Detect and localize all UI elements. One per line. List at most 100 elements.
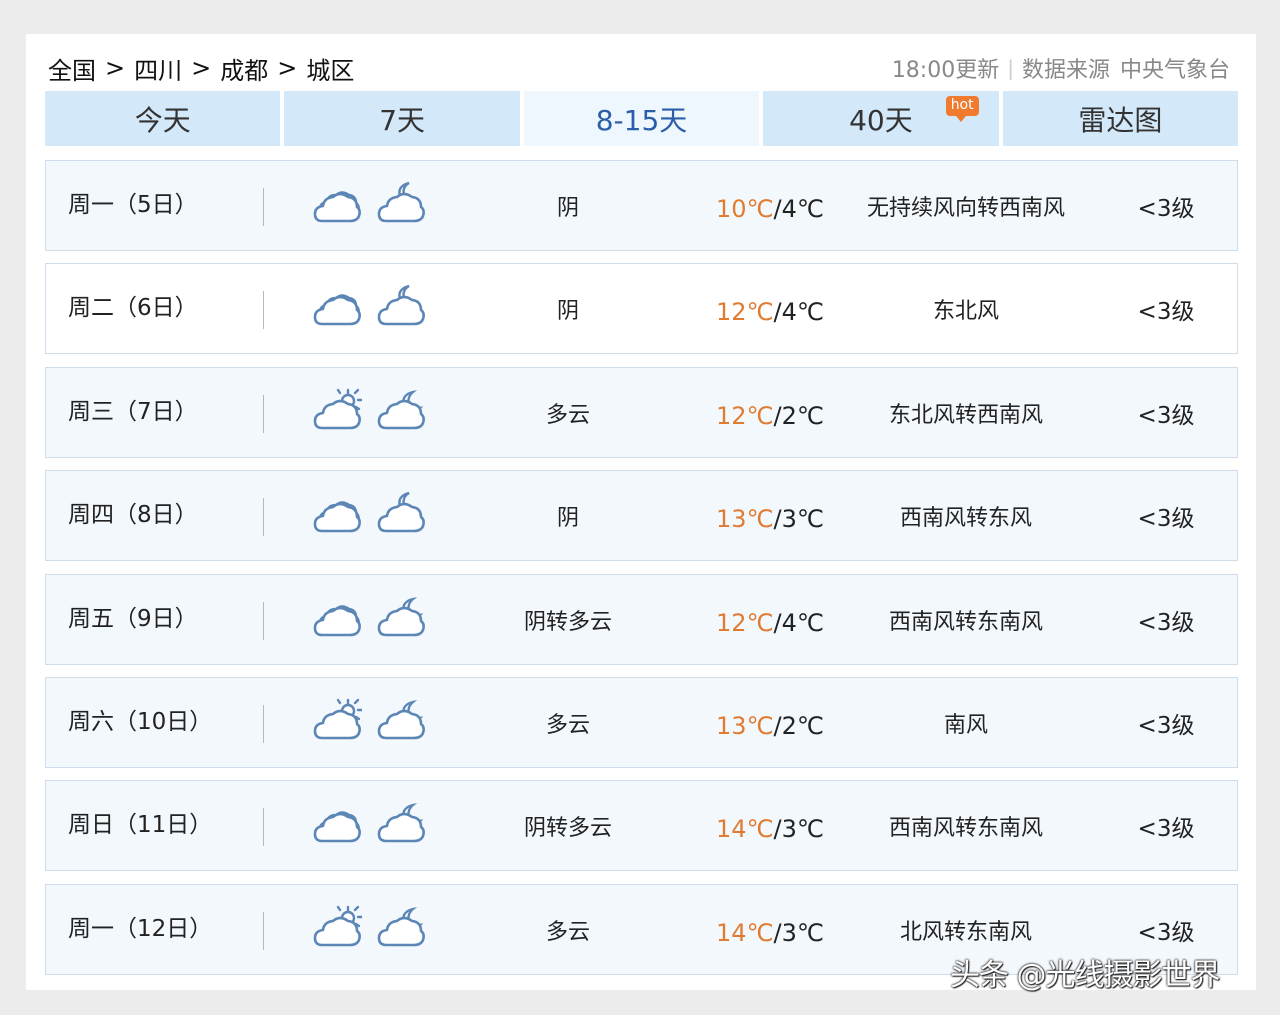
high-temp: 13℃: [716, 505, 774, 534]
divider: [263, 808, 264, 847]
divider: [263, 498, 264, 537]
forecast-row: 周六（10日） 多云 13℃/2℃ 南风 <3级: [45, 676, 1238, 771]
tab-today[interactable]: 今天: [45, 91, 281, 146]
wind-level: <3级: [1137, 402, 1195, 429]
partly-cloudy-night-icon: [376, 905, 426, 955]
temperature: 12℃/2℃: [716, 368, 824, 461]
breadcrumb-separator: >: [105, 54, 126, 82]
partly-cloudy-day-icon: [312, 905, 362, 955]
overcast-icon: [312, 491, 362, 541]
overcast-night-icon: [376, 181, 426, 231]
partly-cloudy-day-icon: [312, 698, 362, 748]
wind-level: <3级: [1137, 816, 1195, 843]
overcast-night-icon: [376, 284, 426, 334]
forecast-day: 周四（8日）: [68, 502, 198, 529]
divider: [263, 291, 264, 330]
breadcrumb: 全国 > 四川 > 成都 > 城区: [48, 51, 354, 86]
divider: |: [1007, 56, 1014, 80]
weather-description: 多云: [545, 712, 590, 738]
tab-40-days[interactable]: 40天 hot: [763, 91, 999, 146]
low-temp: /4℃: [773, 608, 824, 637]
weather-description: 阴: [556, 196, 579, 221]
overcast-icon: [312, 801, 362, 851]
forecast-day: 周六（10日）: [68, 708, 213, 735]
forecast-day: 周一（5日）: [68, 192, 198, 218]
partly-cloudy-night-icon: [376, 595, 426, 645]
forecast-tabs: 今天 7天 8-15天 40天 hot 雷达图: [45, 91, 1239, 146]
wind-level: <3级: [1137, 609, 1195, 636]
breadcrumb-item-district[interactable]: 城区: [306, 51, 354, 86]
divider: [263, 911, 264, 950]
update-time: 18:00更新: [891, 58, 1000, 83]
wind-level: <3级: [1137, 712, 1195, 739]
forecast-row: 周日（11日） 阴转多云 14℃/3℃ 西南风转东南风 <3级: [45, 780, 1238, 874]
wind-direction: 东北风: [932, 299, 999, 325]
forecast-list: 周一（5日）阴 10℃/4℃ 无持续风向转西南风 <3级 周二（6日）阴 12℃/4℃ 东北…: [45, 160, 1238, 987]
weather-icons: [312, 181, 426, 231]
forecast-row: 周四（8日） 阴 13℃/3℃ 西南风转东风 <3级: [45, 470, 1238, 564]
divider: [263, 704, 264, 743]
wind-direction: 无持续风向转西南风: [866, 196, 1065, 221]
temperature: 10℃/4℃: [716, 161, 824, 254]
high-temp: 13℃: [716, 711, 774, 740]
tab-radar[interactable]: 雷达图: [1002, 91, 1239, 146]
source-name: 中央气象台: [1119, 58, 1230, 83]
high-temp: 14℃: [716, 815, 774, 844]
temperature: 13℃/3℃: [716, 471, 824, 564]
weather-icons: [312, 284, 426, 334]
tab-8-15-days[interactable]: 8-15天: [523, 91, 760, 146]
weather-description: 阴转多云: [523, 816, 612, 842]
source-label: 数据来源: [1021, 58, 1110, 83]
overcast-icon: [312, 595, 362, 645]
wind-level: <3级: [1137, 506, 1195, 533]
high-temp: 12℃: [716, 298, 774, 327]
forecast-day: 周五（9日）: [68, 605, 198, 632]
temperature: 12℃/4℃: [716, 575, 824, 668]
low-temp: /2℃: [773, 401, 824, 430]
wind-level: <3级: [1137, 196, 1195, 222]
partly-cloudy-day-icon: [312, 388, 362, 438]
weather-icons: [312, 905, 426, 955]
breadcrumb-item-city[interactable]: 成都: [220, 51, 268, 86]
overcast-icon: [312, 181, 362, 231]
high-temp: 12℃: [716, 401, 774, 430]
update-info: 18:00更新 | 数据来源 中央气象台: [892, 52, 1230, 84]
tab-7-days[interactable]: 7天: [284, 91, 520, 146]
weather-description: 阴: [556, 506, 579, 532]
forecast-row: 周五（9日） 阴转多云 12℃/4℃ 西南风转东南风 <3级: [45, 573, 1238, 668]
divider: [263, 188, 264, 226]
wind-direction: 南风: [943, 712, 988, 738]
watermark: 头条 @光线摄影世界: [950, 958, 1221, 993]
forecast-row: 周一（5日） 阴 10℃/4℃ 无持续风向转西南风 <3级: [45, 160, 1238, 251]
breadcrumb-item-country[interactable]: 全国: [48, 51, 96, 86]
low-temp: /3℃: [773, 918, 824, 947]
forecast-row: 周二（6日） 阴 12℃/4℃ 东北风 <3级: [45, 263, 1238, 357]
weather-icons: [312, 491, 426, 541]
weather-icons: [312, 698, 426, 748]
weather-description: 阴: [556, 299, 579, 325]
breadcrumb-separator: >: [191, 54, 212, 82]
temperature: 14℃/3℃: [716, 885, 824, 978]
temperature: 12℃/4℃: [716, 264, 824, 357]
overcast-icon: [312, 284, 362, 334]
wind-direction: 东北风转西南风: [888, 402, 1043, 428]
forecast-day: 周二（6日）: [68, 295, 198, 322]
wind-direction: 西南风转东南风: [888, 609, 1043, 635]
partly-cloudy-night-icon: [376, 698, 426, 748]
low-temp: /3℃: [773, 815, 824, 844]
divider: [263, 394, 264, 433]
partly-cloudy-night-icon: [376, 801, 426, 851]
temperature: 14℃/3℃: [716, 781, 824, 874]
overcast-night-icon: [376, 491, 426, 541]
weather-description: 多云: [545, 919, 590, 945]
weather-description: 阴转多云: [523, 609, 612, 635]
breadcrumb-separator: >: [277, 54, 298, 82]
low-temp: /3℃: [773, 505, 824, 534]
wind-level: <3级: [1137, 299, 1195, 326]
high-temp: 12℃: [716, 608, 774, 637]
wind-direction: 西南风转东风: [899, 506, 1032, 532]
breadcrumb-item-province[interactable]: 四川: [134, 51, 182, 86]
temperature: 13℃/2℃: [716, 678, 824, 771]
wind-direction: 西南风转东南风: [888, 816, 1043, 842]
high-temp: 10℃: [716, 195, 774, 223]
